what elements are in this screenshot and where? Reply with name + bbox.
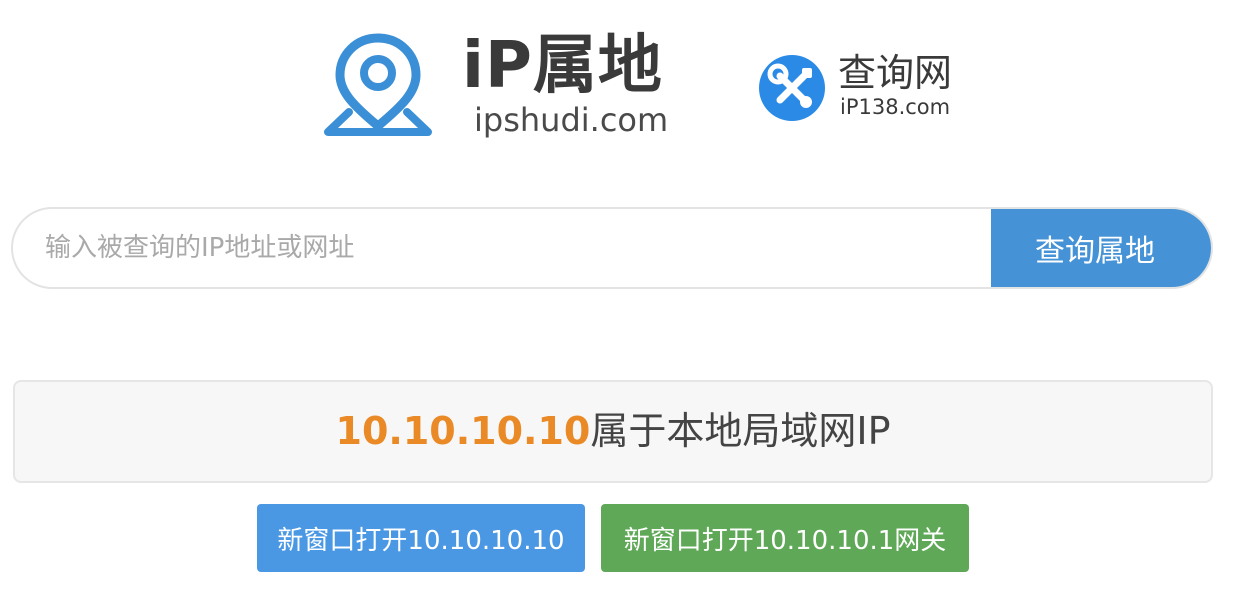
open-gateway-new-window-button[interactable]: 新窗口打开10.10.10.1网关 xyxy=(601,504,969,572)
ipshudi-logo[interactable]: iP属地 ipshudi.com xyxy=(322,28,694,140)
wrench-screwdriver-icon xyxy=(759,55,825,121)
location-pin-icon xyxy=(324,33,432,136)
ipshudi-logo-domain: ipshudi.com xyxy=(474,101,669,139)
ip138-logo-domain: iP138.com xyxy=(840,95,951,119)
ip138-logo-title: 查询网 xyxy=(838,51,953,95)
result-box: 10.10.10.10属于本地局域网IP xyxy=(13,380,1213,483)
page: iP属地 ipshudi.com 查询网 iP138.com 查询属地 10.1… xyxy=(0,0,1240,606)
query-location-button[interactable]: 查询属地 xyxy=(991,209,1211,287)
ip138-logo[interactable]: 查询网 iP138.com xyxy=(758,50,968,124)
open-ip-new-window-button[interactable]: 新窗口打开10.10.10.10 xyxy=(257,504,585,572)
ipshudi-logo-title: iP属地 xyxy=(462,29,663,103)
result-ip: 10.10.10.10 xyxy=(335,409,591,453)
search-bar: 查询属地 xyxy=(11,207,1213,289)
search-input[interactable] xyxy=(13,209,993,287)
result-text: 属于本地局域网IP xyxy=(590,409,891,453)
